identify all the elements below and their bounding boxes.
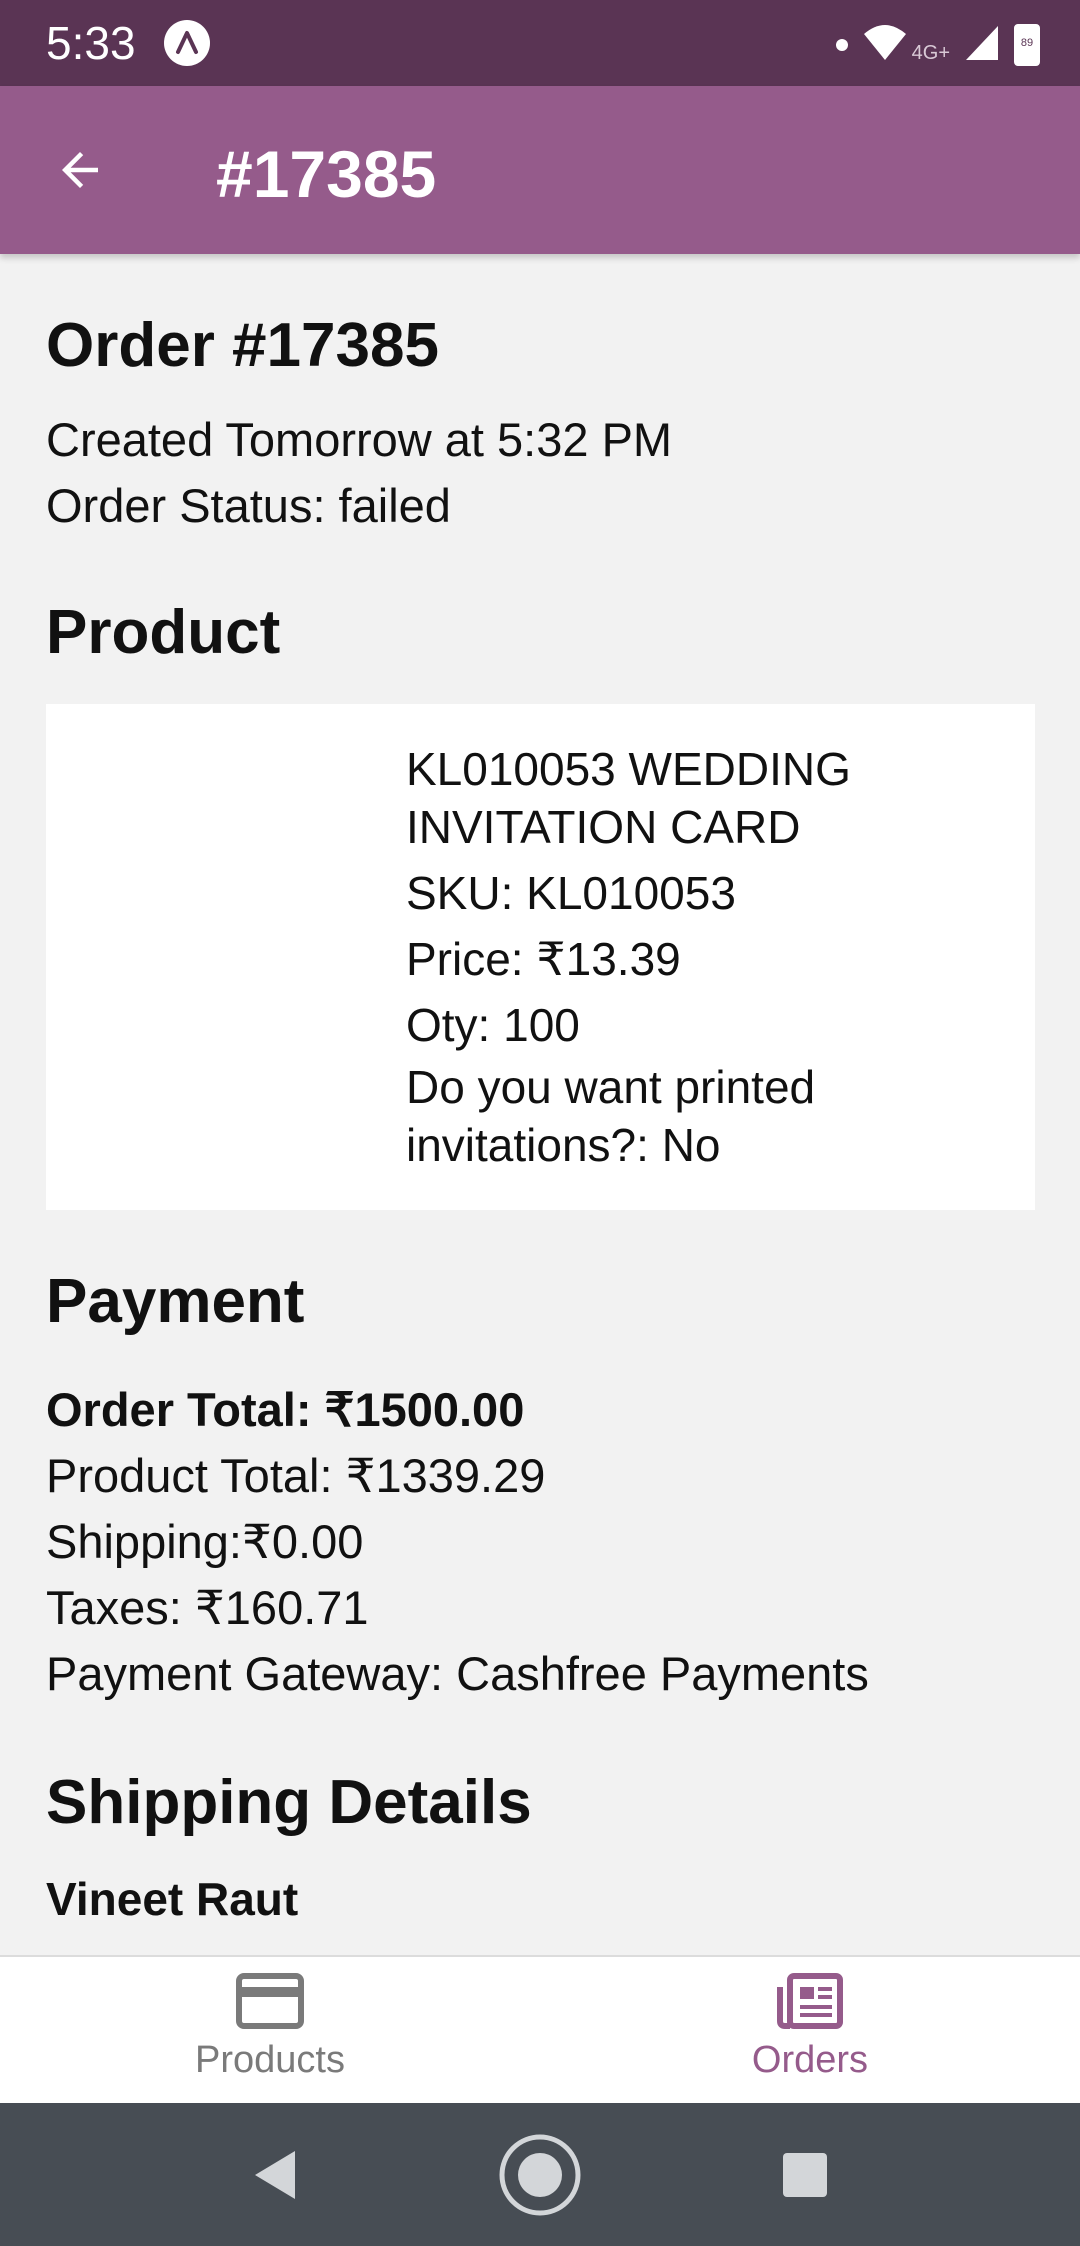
product-card[interactable]: KL010053 WEDDING INVITATION CARD SKU: KL…	[46, 704, 1035, 1210]
wifi-icon	[862, 22, 908, 67]
product-option: Do you want printed invitations?: No	[406, 1061, 816, 1171]
shipping-cost: Shipping:₹0.00	[46, 1515, 364, 1568]
square-recents-icon	[783, 2152, 827, 2197]
triangle-back-icon	[255, 2150, 295, 2199]
nav-orders-label: Orders	[751, 2039, 869, 2081]
app-bar: #17385	[0, 86, 1080, 254]
page-title: #17385	[216, 137, 437, 211]
product-total: Product Total: ₹1339.29	[46, 1449, 546, 1502]
product-price: Price: ₹13.39	[406, 933, 681, 985]
status-bar: 5:33 4G+ 89	[0, 0, 1080, 86]
product-name: KL010053 WEDDING INVITATION CARD	[406, 743, 851, 853]
order-heading: Order #17385	[46, 311, 439, 380]
system-back-button[interactable]	[230, 2103, 320, 2246]
payment-heading: Payment	[46, 1267, 305, 1336]
status-time: 5:33	[46, 17, 136, 69]
battery-icon: 89	[1014, 23, 1040, 66]
product-heading: Product	[46, 598, 281, 667]
app-notification-icon	[164, 20, 210, 66]
nav-orders[interactable]: Orders	[540, 1957, 1080, 2103]
nav-products[interactable]: Products	[0, 1957, 540, 2103]
back-button[interactable]	[40, 130, 120, 210]
order-status: Order Status: failed	[46, 479, 451, 532]
signal-icon	[964, 22, 1000, 67]
bottom-nav: Products Orders	[0, 1955, 1080, 2103]
notification-dot-icon	[835, 38, 848, 51]
order-created: Created Tomorrow at 5:32 PM	[46, 413, 673, 466]
network-type: 4G+	[911, 42, 950, 64]
arrow-left-icon	[62, 152, 98, 188]
shipping-heading: Shipping Details	[46, 1768, 532, 1837]
card-icon	[236, 1973, 304, 2029]
taxes: Taxes: ₹160.71	[46, 1581, 369, 1634]
order-detail-content[interactable]: Order #17385 Created Tomorrow at 5:32 PM…	[46, 254, 1046, 1954]
product-qty: Oty: 100	[406, 999, 580, 1051]
order-total: Order Total: ₹1500.00	[46, 1383, 525, 1436]
receipt-icon	[777, 1973, 843, 2029]
product-sku: SKU: KL010053	[406, 867, 736, 919]
system-home-button[interactable]	[492, 2103, 588, 2246]
nav-products-label: Products	[195, 2039, 345, 2081]
system-recents-button[interactable]	[760, 2103, 850, 2246]
system-nav-bar	[0, 2103, 1080, 2246]
circle-home-icon	[499, 2134, 581, 2215]
shipping-name: Vineet Raut	[46, 1873, 299, 1925]
payment-gateway: Payment Gateway: Cashfree Payments	[46, 1647, 869, 1700]
